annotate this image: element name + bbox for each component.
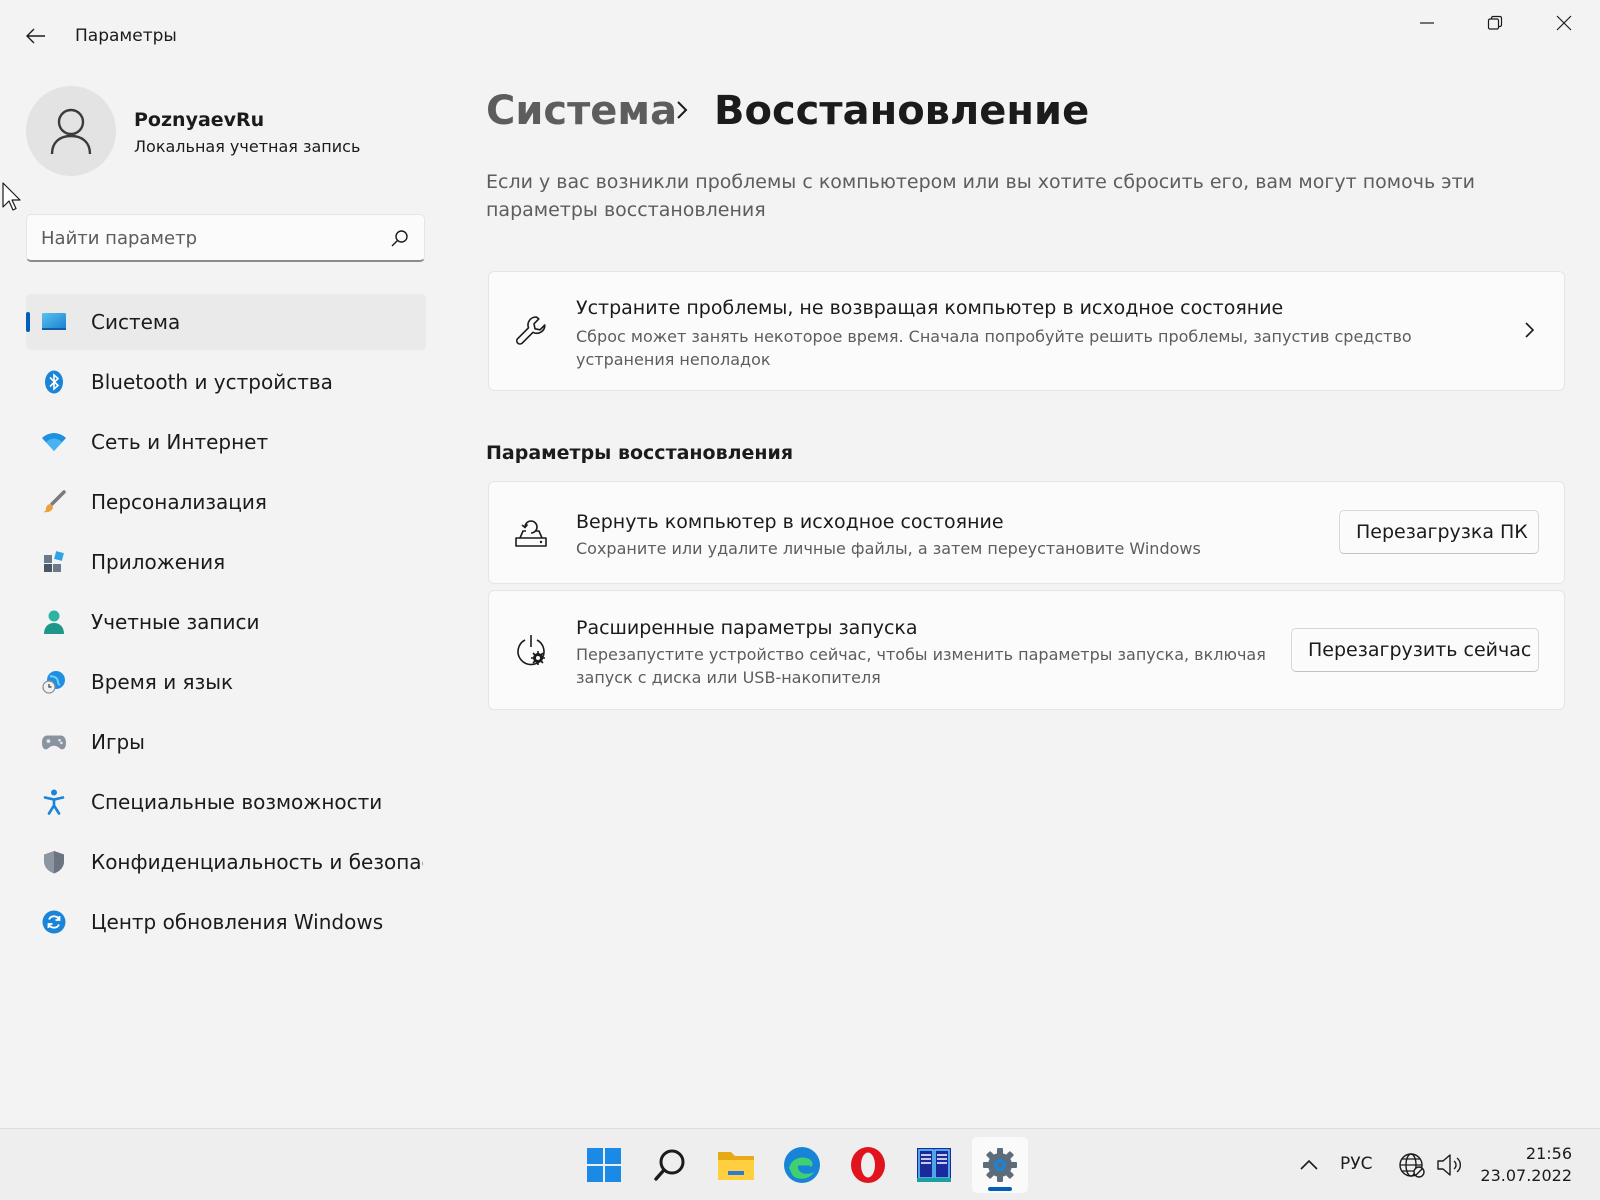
shield-icon [42,850,66,874]
card-title: Устраните проблемы, не возвращая компьют… [576,297,1284,319]
person-icon [42,610,66,634]
search-input[interactable] [41,215,381,261]
start-button[interactable] [576,1137,632,1193]
file-explorer-button[interactable] [708,1137,764,1193]
section-title: Параметры восстановления [486,442,794,464]
chevron-right-icon [1525,322,1535,338]
avatar[interactable] [26,86,116,176]
person-icon [50,108,92,155]
sidebar-item-label: Игры [91,730,145,754]
card-description: Сохраните или удалите личные файлы, а за… [576,539,1201,558]
accessibility-icon [42,789,66,815]
tray-overflow-button[interactable] [1293,1149,1325,1181]
far-manager-button[interactable] [906,1137,962,1193]
opera-icon [851,1147,885,1183]
user-name: PoznyaevRu [134,109,265,131]
sidebar-item-label: Учетные записи [91,610,260,634]
sidebar-item-label: Система [91,310,181,334]
reset-pc-button[interactable]: Перезагрузка ПК [1339,510,1539,554]
arrow-left-icon [26,28,45,44]
sidebar-item-accounts[interactable]: Учетные записи [26,594,426,650]
sidebar-item-personalization[interactable]: Персонализация [26,474,426,530]
sidebar-item-label: Время и язык [91,670,234,694]
taskbar-search-button[interactable] [642,1137,698,1193]
app-title: Параметры [75,26,177,46]
sidebar-item-apps[interactable]: Приложения [26,534,426,590]
sidebar-item-system[interactable]: Система [26,294,426,350]
close-button[interactable] [1541,6,1587,40]
edge-icon [784,1147,820,1183]
sidebar-nav: Система Bluetooth и устройства Сеть и Ин… [26,294,426,954]
apps-icon [42,550,66,574]
update-icon [42,910,66,934]
clock-time: 21:56 [1525,1144,1572,1163]
card-title: Вернуть компьютер в исходное состояние [576,511,1004,533]
chevron-up-icon [1300,1159,1318,1170]
close-icon [1556,15,1572,31]
system-icon [42,310,66,334]
settings-app-button[interactable] [972,1137,1028,1193]
clock-date: 23.07.2022 [1480,1166,1572,1185]
sidebar-item-gaming[interactable]: Игры [26,714,426,770]
minimize-button[interactable] [1404,6,1450,40]
settings-icon [983,1148,1017,1182]
sidebar-item-privacy[interactable]: Конфиденциальность и безопас [26,834,426,890]
sidebar-item-label: Сеть и Интернет [91,430,269,454]
edge-button[interactable] [774,1137,830,1193]
sidebar-item-bluetooth[interactable]: Bluetooth и устройства [26,354,426,410]
network-globe-icon[interactable] [1398,1151,1426,1179]
troubleshoot-card[interactable]: Устраните проблемы, не возвращая компьют… [488,271,1565,391]
page-description: Если у вас возникли проблемы с компьютер… [486,171,1476,221]
minimize-icon [1420,22,1434,24]
wrench-icon [513,313,549,349]
language-indicator[interactable]: РУС [1340,1154,1372,1174]
sidebar-item-label: Персонализация [91,490,267,514]
page-title: Восстановление [714,88,1090,134]
start-icon [587,1148,621,1182]
sidebar-item-label: Центр обновления Windows [91,910,384,934]
sidebar-item-label: Приложения [91,550,226,574]
restore-button[interactable] [1472,6,1518,40]
sidebar-item-windows-update[interactable]: Центр обновления Windows [26,894,426,950]
sidebar-item-network[interactable]: Сеть и Интернет [26,414,426,470]
sidebar-item-time-language[interactable]: Время и язык [26,654,426,710]
search-box[interactable] [26,214,425,262]
title-bar: Параметры [0,0,1600,72]
back-button[interactable] [20,20,52,52]
restore-icon [1487,15,1503,30]
card-description: Перезапустите устройство сейчас, чтобы и… [576,645,1266,687]
card-description: Сброс может занять некоторое время. Снач… [576,327,1412,369]
opera-button[interactable] [840,1137,896,1193]
reset-pc-card: Вернуть компьютер в исходное состояние С… [488,481,1565,584]
sidebar-item-label: Bluetooth и устройства [91,370,333,394]
far-manager-icon [917,1148,951,1182]
bluetooth-icon [42,370,66,394]
search-icon [654,1149,685,1181]
reset-pc-icon [513,515,549,551]
volume-icon[interactable] [1435,1151,1463,1179]
brush-icon [42,490,66,514]
search-icon[interactable] [390,228,410,248]
gamepad-icon [42,730,66,754]
account-type: Локальная учетная запись [134,137,361,156]
mouse-cursor-icon [2,182,21,211]
chevron-right-icon [677,101,688,119]
wifi-icon [42,430,66,454]
sidebar-item-label: Конфиденциальность и безопас [91,850,423,874]
taskbar: РУС 21:56 23.07.2022 [0,1128,1600,1200]
restart-now-button[interactable]: Перезагрузить сейчас [1291,628,1539,672]
sidebar-item-accessibility[interactable]: Специальные возможности [26,774,426,830]
breadcrumb-parent[interactable]: Система [486,88,677,134]
card-title: Расширенные параметры запуска [576,617,918,639]
restart-settings-icon [513,633,549,669]
globe-clock-icon [42,670,66,694]
clock[interactable]: 21:56 23.07.2022 [1480,1143,1572,1187]
advanced-startup-card: Расширенные параметры запуска Перезапуст… [488,590,1565,710]
sidebar-item-label: Специальные возможности [91,790,383,814]
file-explorer-icon [718,1152,754,1180]
